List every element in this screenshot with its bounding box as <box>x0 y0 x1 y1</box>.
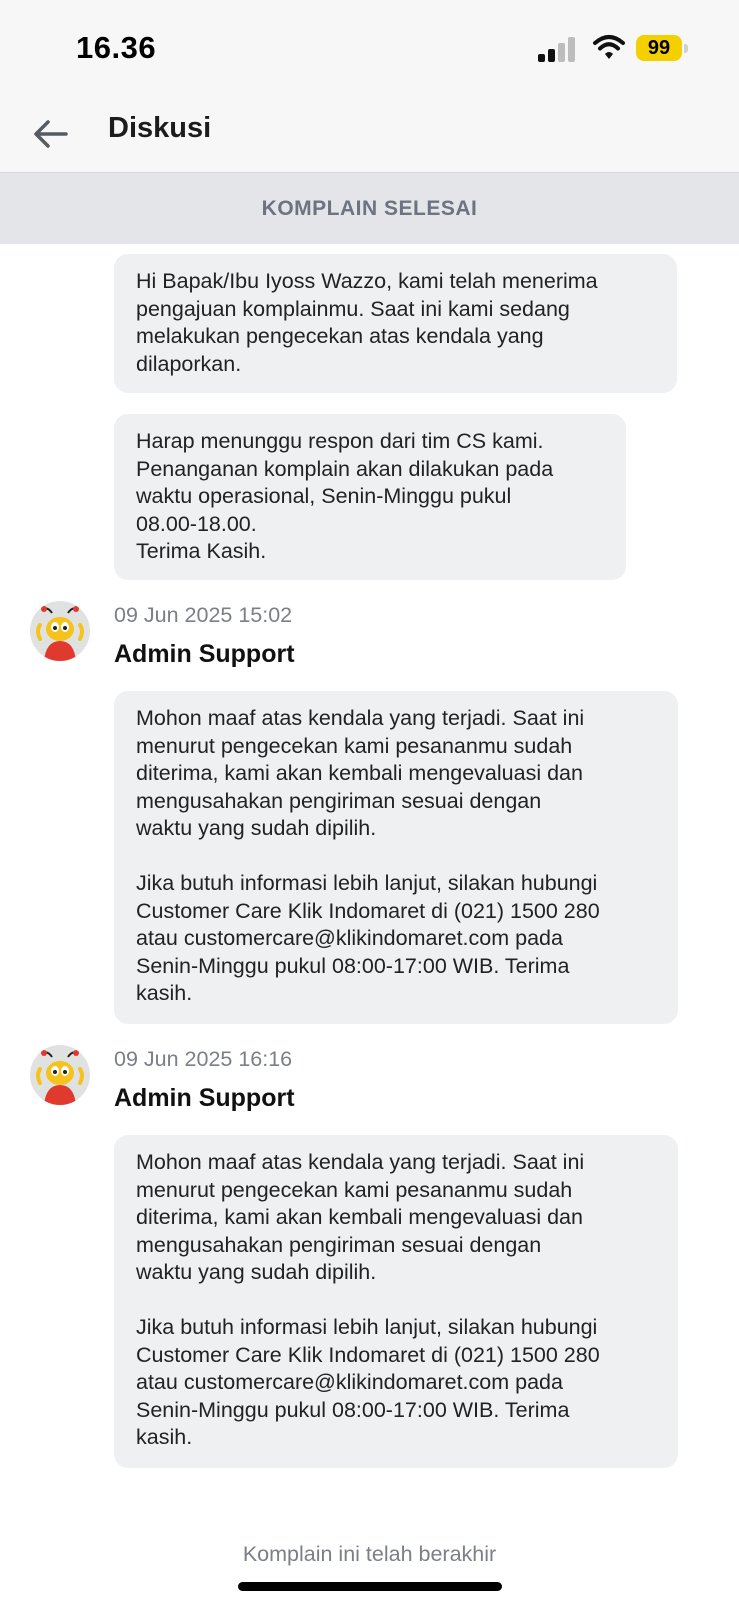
nav-bar: Diskusi <box>0 98 739 173</box>
message-line: melakukan pengecekan atas kendala yang <box>136 324 544 348</box>
avatar <box>30 1045 90 1105</box>
message-bubble: Harap menunggu respon dari tim CS kami. … <box>114 414 626 580</box>
message-line: Mohon maaf atas kendala yang terjadi. Sa… <box>136 706 585 730</box>
message-line: mengusahakan pengiriman sesuai dengan <box>136 788 542 813</box>
message-timestamp: 09 Jun 2025 16:16 <box>114 1047 293 1071</box>
message-line: Senin-Minggu pukul 08:00-17:00 WIB. Teri… <box>136 953 570 978</box>
sender-name: Admin Support <box>114 640 295 668</box>
page-title: Diskusi <box>108 112 212 144</box>
message-line: menurut pengecekan kami pesananmu sudah <box>136 1177 573 1202</box>
banner-text: KOMPLAIN SELESAI <box>261 196 478 220</box>
message-line: Customer Care Klik Indomaret di (021) 15… <box>136 898 600 923</box>
message-line: Customer Care Klik Indomaret di (021) 15… <box>136 1342 600 1367</box>
message-line: kasih. <box>136 981 193 1005</box>
complaint-ended-notice: Komplain ini telah berakhir <box>242 1542 497 1566</box>
message-timestamp: 09 Jun 2025 15:02 <box>114 603 293 627</box>
message-bubble: Hi Bapak/Ibu Iyoss Wazzo, kami telah men… <box>114 254 677 393</box>
back-button[interactable] <box>32 114 72 154</box>
message-line: kasih. <box>136 1425 193 1449</box>
message-line: pengajuan komplainmu. Saat ini kami seda… <box>136 296 570 321</box>
message-line: Jika butuh informasi lebih lanjut, silak… <box>136 871 598 895</box>
battery-level: 99 <box>647 36 671 59</box>
message-line: Senin-Minggu pukul 08:00-17:00 WIB. Teri… <box>136 1397 570 1422</box>
status-bar: 16.36 99 <box>0 0 739 98</box>
status-time: 16.36 <box>76 30 157 65</box>
message-line: waktu yang sudah dipilih. <box>136 1260 377 1284</box>
mascot-avatar-icon <box>36 606 84 661</box>
battery-icon: 99 <box>636 35 688 62</box>
battery-tip <box>684 44 688 53</box>
message-line: atau customercare@klikindomaret.com pada <box>136 1370 563 1394</box>
message-line: diterima, kami akan kembali mengevaluasi… <box>136 761 583 785</box>
message-line: Mohon maaf atas kendala yang terjadi. Sa… <box>136 1150 585 1174</box>
message-line: mengusahakan pengiriman sesuai dengan <box>136 1232 542 1257</box>
message-line: 08.00-18.00. <box>136 511 257 536</box>
complaint-status-banner: KOMPLAIN SELESAI <box>0 173 739 244</box>
arrow-left-icon <box>34 120 68 148</box>
message-line: Terima Kasih. <box>136 539 267 563</box>
sender-name: Admin Support <box>114 1084 295 1112</box>
mascot-avatar-icon <box>36 1050 84 1105</box>
battery-body: 99 <box>636 35 682 61</box>
message-line: Penanganan komplain akan dilakukan pada <box>136 456 554 481</box>
message-line: menurut pengecekan kami pesananmu sudah <box>136 733 573 758</box>
home-indicator[interactable] <box>238 1582 502 1591</box>
message-bubble: Mohon maaf atas kendala yang terjadi. Sa… <box>114 1135 678 1468</box>
message-line: Hi Bapak/Ibu Iyoss Wazzo, kami telah men… <box>136 269 598 293</box>
message-line: dilaporkan. <box>136 351 242 376</box>
message-line: diterima, kami akan kembali mengevaluasi… <box>136 1205 583 1229</box>
cellular-signal-icon <box>538 36 578 62</box>
wifi-icon <box>592 33 626 61</box>
message-bubble: Mohon maaf atas kendala yang terjadi. Sa… <box>114 691 678 1024</box>
message-line: atau customercare@klikindomaret.com pada <box>136 926 563 950</box>
avatar <box>30 601 90 661</box>
message-line: Harap menunggu respon dari tim CS kami. <box>136 429 544 453</box>
message-line: Jika butuh informasi lebih lanjut, silak… <box>136 1315 598 1339</box>
message-line: waktu yang sudah dipilih. <box>136 816 377 840</box>
message-line: waktu operasional, Senin-Minggu pukul <box>136 484 512 508</box>
